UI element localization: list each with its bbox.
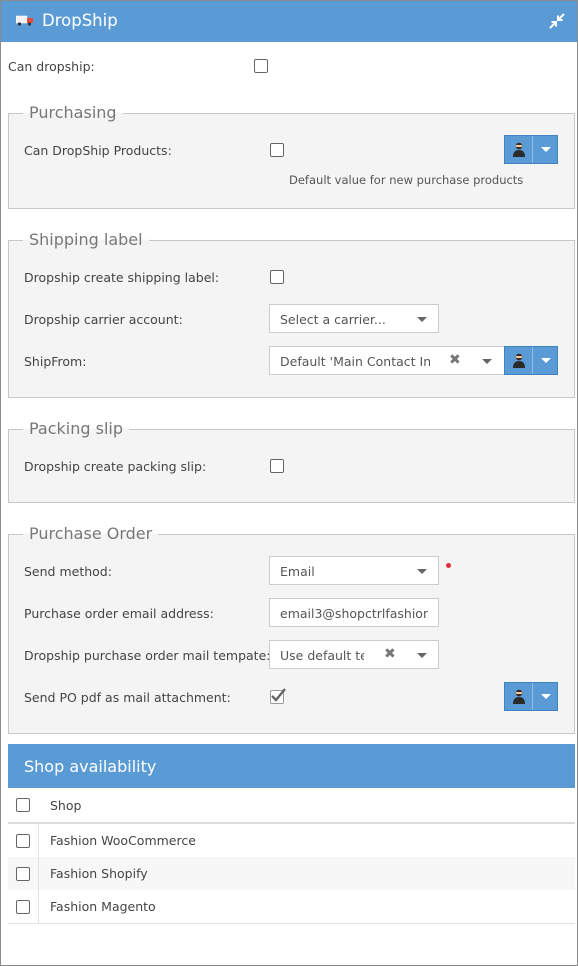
can-dropship-products-checkbox[interactable] [270, 143, 284, 157]
shipfrom-label: ShipFrom: [24, 354, 87, 369]
shop-availability-header: Shop availability [8, 744, 575, 788]
purchasing-fieldset [8, 113, 575, 209]
select-all-checkbox[interactable] [16, 798, 30, 812]
chevron-down-icon [482, 359, 492, 364]
carrier-account-select[interactable]: Select a carrier... [269, 304, 439, 333]
dropdown-caret-icon [541, 358, 551, 363]
table-row: Fashion WooCommerce [8, 824, 575, 858]
truck-icon [15, 14, 34, 29]
title-bar: DropShip [1, 1, 577, 42]
person-icon [512, 142, 526, 160]
chevron-down-icon [417, 569, 427, 574]
email-address-input[interactable]: email3@shopctrlfashion.com [269, 598, 439, 627]
carrier-account-placeholder: Select a carrier... [280, 312, 386, 327]
shop-table-header: Shop [8, 788, 575, 824]
table-row: Fashion Shopify [8, 857, 575, 891]
can-dropship-checkbox[interactable] [254, 59, 268, 73]
person-icon [512, 689, 526, 707]
create-packing-slip-checkbox[interactable] [270, 459, 284, 473]
row-checkbox[interactable] [16, 834, 30, 848]
collapse-icon[interactable] [549, 13, 565, 32]
create-shipping-label-checkbox[interactable] [270, 270, 284, 284]
can-dropship-label: Can dropship: [8, 59, 95, 74]
table-row: Fashion Magento [8, 890, 575, 924]
mail-template-label: Dropship purchase order mail tempate: [24, 648, 271, 663]
dropship-panel: DropShip Can dropship: Purchasing Can Dr… [0, 0, 578, 966]
shop-column-header[interactable]: Shop [50, 798, 81, 813]
mail-template-value: Use default template [280, 648, 364, 663]
shipping-label-legend: Shipping label [23, 230, 149, 249]
shop-name: Fashion WooCommerce [50, 833, 196, 848]
pdf-default-button[interactable] [504, 682, 558, 711]
chevron-down-icon [417, 317, 427, 322]
mail-template-select[interactable]: Use default template ✖ [269, 640, 439, 669]
create-shipping-label-label: Dropship create shipping label: [24, 270, 220, 285]
shipfrom-default-button[interactable] [504, 346, 558, 375]
person-icon [512, 353, 526, 371]
default-value-hint: Default value for new purchase products [289, 173, 524, 187]
shipfrom-select[interactable]: Default 'Main Contact Info ✖ [269, 346, 505, 375]
pdf-attachment-label: Send PO pdf as mail attachment: [24, 690, 231, 705]
dropdown-caret-icon [541, 147, 551, 152]
create-packing-slip-label: Dropship create packing slip: [24, 459, 207, 474]
purchasing-legend: Purchasing [23, 103, 123, 122]
shop-name: Fashion Shopify [50, 866, 148, 881]
carrier-account-label: Dropship carrier account: [24, 312, 183, 327]
row-checkbox[interactable] [16, 900, 30, 914]
send-method-select[interactable]: Email [269, 556, 439, 585]
chevron-down-icon [417, 653, 427, 658]
purchase-order-legend: Purchase Order [23, 524, 159, 543]
required-indicator [446, 563, 451, 568]
email-address-label: Purchase order email address: [24, 606, 214, 621]
pdf-attachment-checkbox[interactable] [270, 688, 286, 704]
dropdown-caret-icon [541, 694, 551, 699]
clear-icon[interactable]: ✖ [384, 646, 396, 662]
clear-icon[interactable]: ✖ [449, 352, 461, 368]
shipfrom-value: Default 'Main Contact Info [280, 354, 430, 369]
send-method-label: Send method: [24, 564, 112, 579]
shop-name: Fashion Magento [50, 899, 156, 914]
packing-slip-legend: Packing slip [23, 419, 130, 438]
email-address-value: email3@shopctrlfashion.com [280, 606, 428, 621]
send-method-value: Email [280, 564, 315, 579]
default-value-button[interactable] [504, 135, 558, 164]
shop-availability-title: Shop availability [24, 757, 157, 776]
row-checkbox[interactable] [16, 867, 30, 881]
window-title: DropShip [42, 11, 118, 30]
can-dropship-products-label: Can DropShip Products: [24, 143, 172, 158]
